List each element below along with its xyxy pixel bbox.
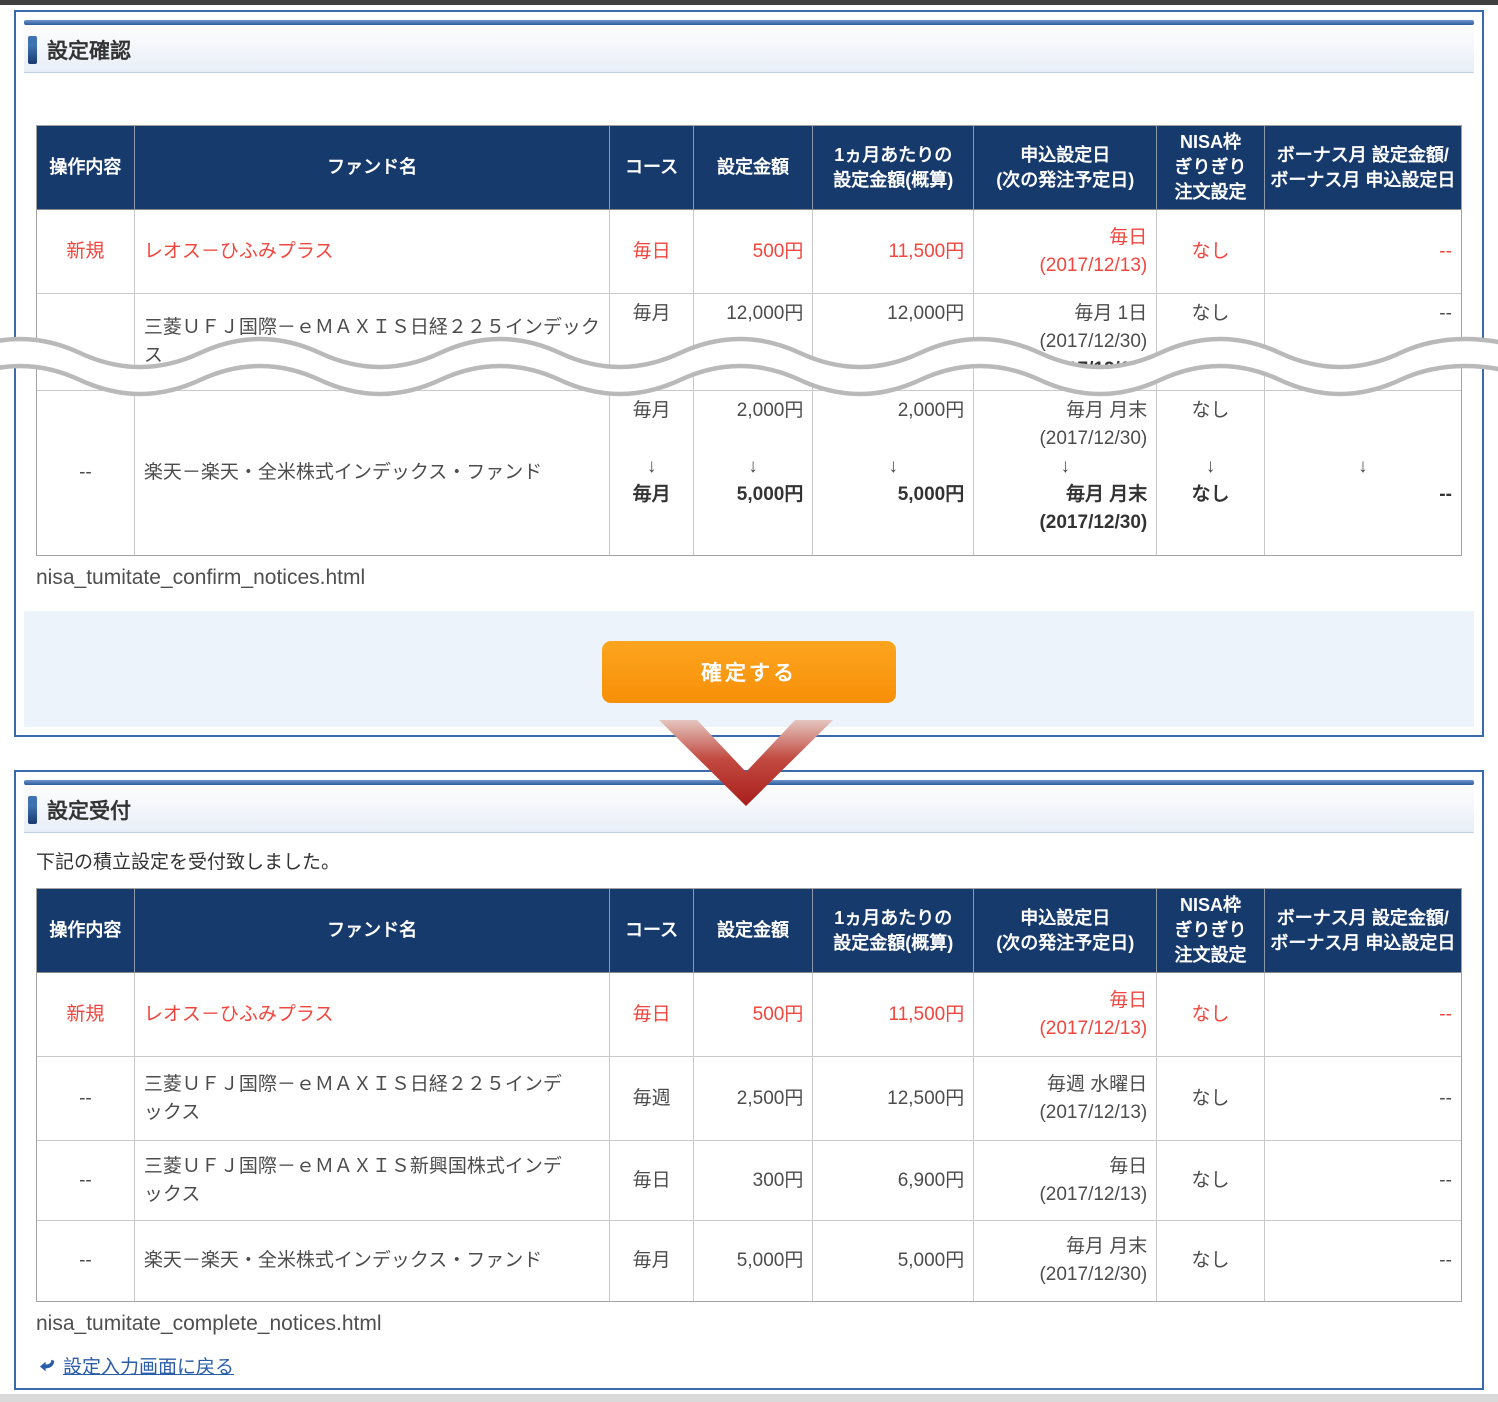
table-cell: 三菱ＵＦＪ国際－ｅＭＡＸＩＳ日経２２５インデ ックス — [134, 1057, 610, 1140]
table-cell: なし — [1156, 210, 1264, 293]
column-header: 1ヵ月あたりの 設定金額(概算) — [812, 126, 973, 209]
column-header: ボーナス月 設定金額/ ボーナス月 申込設定日 — [1264, 126, 1461, 209]
accept-panel: 設定受付 下記の積立設定を受付致しました。 操作内容ファンド名コース設定金額1ヵ… — [14, 770, 1484, 1390]
table-cell: 楽天－楽天・全米株式インデックス・ファンド — [134, 391, 610, 555]
back-to-input-link[interactable]: 設定入力画面に戻る — [38, 1352, 234, 1379]
column-header: 設定金額 — [693, 126, 813, 209]
table-cell: 11,500円 — [812, 973, 973, 1056]
table-cell: 毎月 月末(2017/12/30) — [973, 1221, 1156, 1301]
table-cell: 毎週 水曜日(2017/12/13) — [973, 1057, 1156, 1140]
panel-top-rule — [24, 20, 1474, 25]
table-cell: -- — [1264, 210, 1461, 293]
column-header: コース — [609, 889, 692, 972]
table-cell: レオス－ひふみプラス — [134, 973, 610, 1056]
table-cell: 新規 — [37, 210, 134, 293]
table-cell: 毎日 — [609, 1141, 692, 1220]
column-header: NISA枠 ぎりぎり 注文設定 — [1156, 889, 1264, 972]
top-crop-bar — [0, 0, 1498, 5]
column-header: 操作内容 — [37, 126, 134, 209]
confirm-footer-strip: 確定する — [24, 611, 1474, 727]
confirm-panel-title: 設定確認 — [47, 35, 131, 65]
table-cell: 楽天－楽天・全米株式インデックス・ファンド — [134, 1221, 610, 1301]
table-cell: レオス－ひふみプラス — [134, 210, 610, 293]
table-cell: 毎月↓毎月 — [609, 391, 692, 555]
table-row: 新規レオス－ひふみプラス毎日500円11,500円毎日(2017/12/13)な… — [37, 973, 1461, 1057]
table-row: --三菱ＵＦＪ国際－ｅＭＡＸＩＳ新興国株式インデ ックス毎日300円6,900円… — [37, 1141, 1461, 1221]
table-cell: 毎日(2017/12/13) — [973, 973, 1156, 1056]
table-cell: なし↓なし — [1156, 391, 1264, 555]
table-cell: 2,000円↓5,000円 — [693, 391, 813, 555]
table-cell: 2,000円↓5,000円 — [812, 391, 973, 555]
table-cell: 500円 — [693, 973, 813, 1056]
table-cell: -- — [37, 1221, 134, 1301]
table-cell: なし — [1156, 973, 1264, 1056]
table-cell: 毎月 月末(2017/12/30)↓毎月 月末(2017/12/30) — [973, 391, 1156, 555]
table-cell: 12,500円 — [812, 1057, 973, 1140]
column-header: ファンド名 — [134, 889, 610, 972]
table-cell: 新規 — [37, 973, 134, 1056]
table-cell: なし — [1156, 1057, 1264, 1140]
column-header: 操作内容 — [37, 889, 134, 972]
table-header-row: 操作内容ファンド名コース設定金額1ヵ月あたりの 設定金額(概算)申込設定日 (次… — [37, 126, 1461, 210]
content-omitted-wave — [0, 328, 1498, 413]
table-row: 新規レオス－ひふみプラス毎日500円11,500円毎日(2017/12/13)な… — [37, 210, 1461, 294]
table-cell: 毎日(2017/12/13) — [973, 1141, 1156, 1220]
table-cell: -- — [37, 391, 134, 555]
table-cell: 11,500円 — [812, 210, 973, 293]
column-header: 1ヵ月あたりの 設定金額(概算) — [812, 889, 973, 972]
table-cell: -- — [37, 1141, 134, 1220]
table-cell: -- — [1264, 973, 1461, 1056]
column-header: NISA枠 ぎりぎり 注文設定 — [1156, 126, 1264, 209]
table-cell: -- — [1264, 1057, 1461, 1140]
table-cell: 毎日 — [609, 973, 692, 1056]
bottom-crop-bar — [0, 1394, 1498, 1402]
column-header: 申込設定日 (次の発注予定日) — [973, 889, 1156, 972]
confirm-button[interactable]: 確定する — [602, 641, 896, 703]
table-row: --楽天－楽天・全米株式インデックス・ファンド毎月5,000円5,000円毎月 … — [37, 1221, 1461, 1301]
table-row: --三菱ＵＦＪ国際－ｅＭＡＸＩＳ日経２２５インデ ックス毎週2,500円12,5… — [37, 1057, 1461, 1141]
table-cell: 三菱ＵＦＪ国際－ｅＭＡＸＩＳ新興国株式インデ ックス — [134, 1141, 610, 1220]
table-cell: なし — [1156, 1141, 1264, 1220]
table-cell: ↓-- — [1264, 391, 1461, 555]
accept-filename: nisa_tumitate_complete_notices.html — [36, 1312, 1462, 1336]
confirm-filename: nisa_tumitate_confirm_notices.html — [36, 566, 1462, 590]
table-cell: -- — [1264, 1221, 1461, 1301]
column-header: 申込設定日 (次の発注予定日) — [973, 126, 1156, 209]
table-row: --楽天－楽天・全米株式インデックス・ファンド毎月↓毎月2,000円↓5,000… — [37, 391, 1461, 555]
column-header: コース — [609, 126, 692, 209]
table-cell: 2,500円 — [693, 1057, 813, 1140]
table-cell: 500円 — [693, 210, 813, 293]
back-link-label: 設定入力画面に戻る — [63, 1352, 234, 1379]
accept-message: 下記の積立設定を受付致しました。 — [36, 847, 1462, 874]
title-bar-icon — [28, 36, 37, 64]
table-cell: 5,000円 — [693, 1221, 813, 1301]
accept-table: 操作内容ファンド名コース設定金額1ヵ月あたりの 設定金額(概算)申込設定日 (次… — [36, 888, 1462, 1302]
confirm-panel-header: 設定確認 — [24, 27, 1474, 73]
table-cell: 毎日 — [609, 210, 692, 293]
table-cell: -- — [1264, 1141, 1461, 1220]
table-cell: 6,900円 — [812, 1141, 973, 1220]
table-header-row: 操作内容ファンド名コース設定金額1ヵ月あたりの 設定金額(概算)申込設定日 (次… — [37, 889, 1461, 973]
table-cell: 毎月 — [609, 1221, 692, 1301]
table-cell: -- — [37, 1057, 134, 1140]
title-bar-icon — [28, 796, 37, 824]
return-arrow-icon — [38, 1356, 57, 1375]
down-arrow-icon — [655, 718, 837, 808]
table-cell: 毎日(2017/12/13) — [973, 210, 1156, 293]
table-cell: なし — [1156, 1221, 1264, 1301]
column-header: ボーナス月 設定金額/ ボーナス月 申込設定日 — [1264, 889, 1461, 972]
table-cell: 毎週 — [609, 1057, 692, 1140]
accept-panel-title: 設定受付 — [47, 795, 131, 825]
table-cell: 300円 — [693, 1141, 813, 1220]
table-cell: 5,000円 — [812, 1221, 973, 1301]
column-header: ファンド名 — [134, 126, 610, 209]
column-header: 設定金額 — [693, 889, 813, 972]
